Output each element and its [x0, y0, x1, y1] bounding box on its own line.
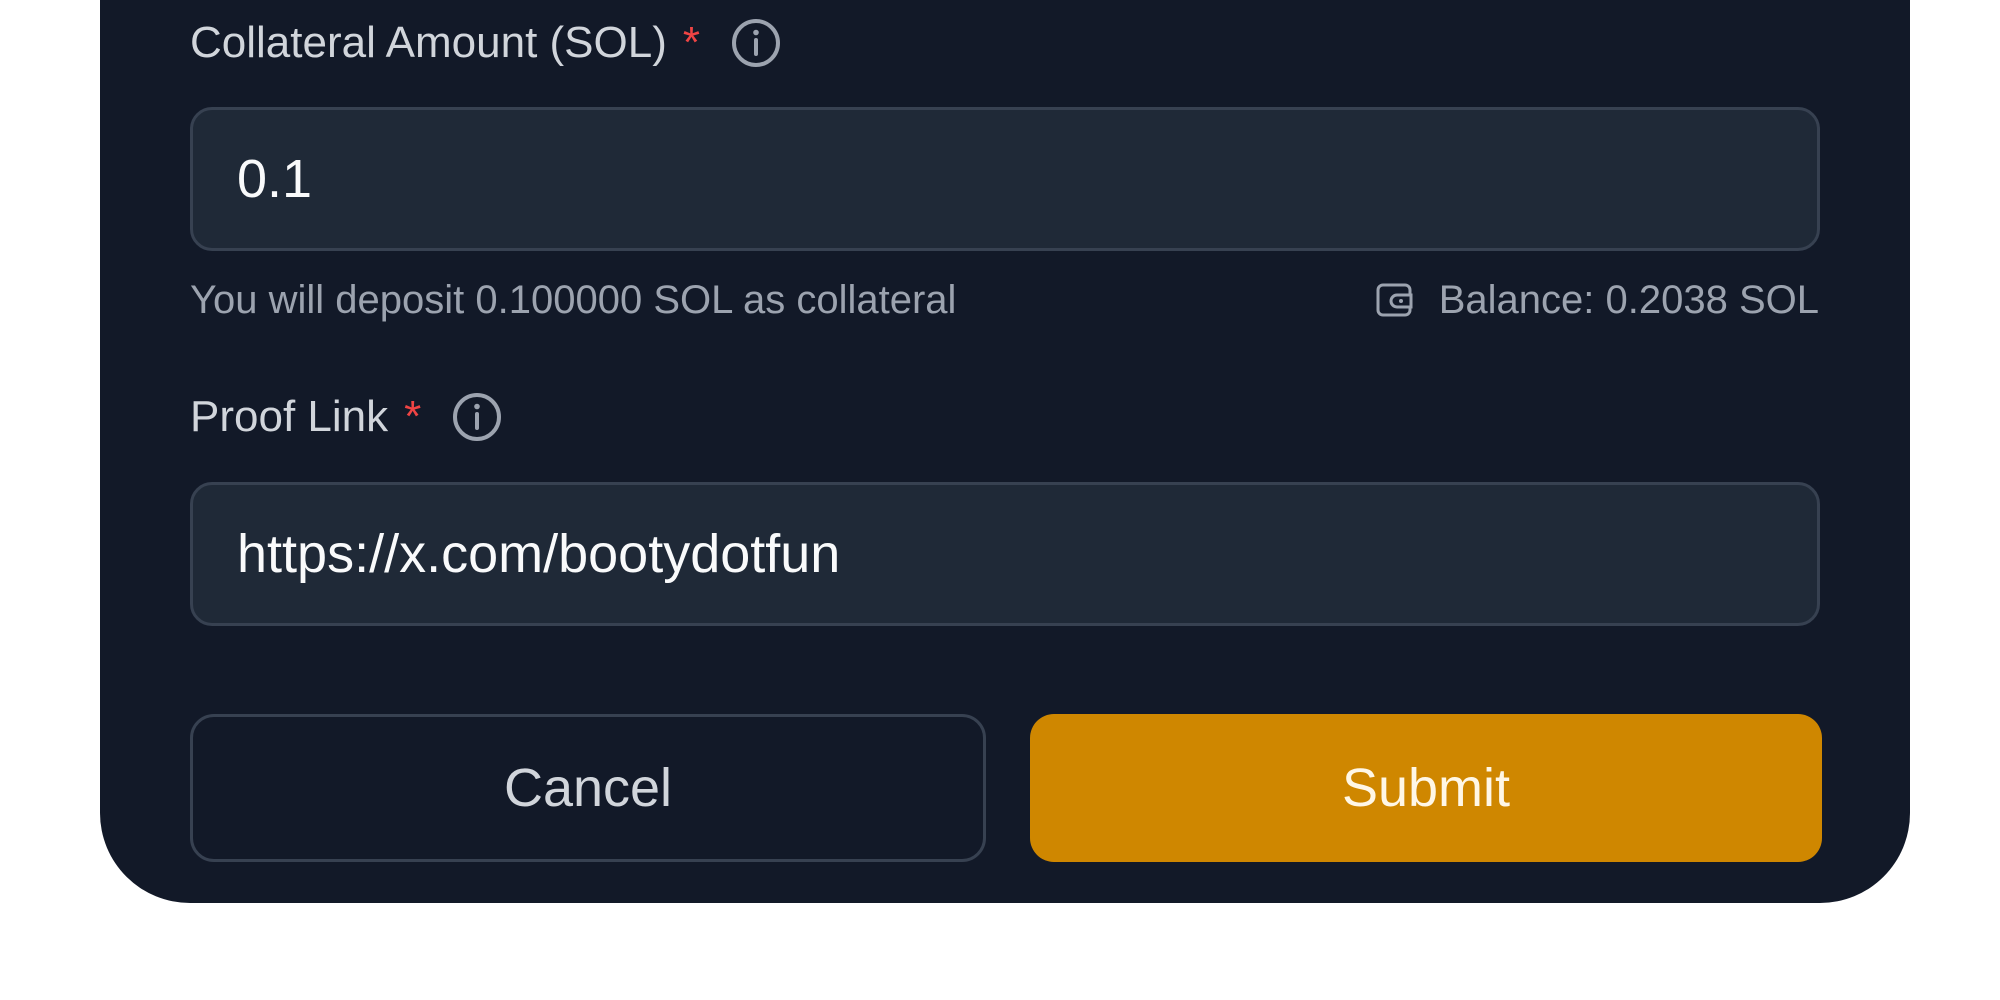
- submit-button[interactable]: Submit: [1030, 714, 1822, 862]
- collateral-amount-input[interactable]: 0.1: [190, 107, 1820, 251]
- cancel-button[interactable]: Cancel: [190, 714, 986, 862]
- info-icon[interactable]: [730, 17, 782, 69]
- collateral-label: Collateral Amount (SOL): [190, 18, 667, 67]
- required-marker: *: [404, 392, 422, 441]
- deposit-hint: You will deposit 0.100000 SOL as collate…: [190, 277, 957, 322]
- proof-label-row: Proof Link *: [190, 389, 503, 445]
- collateral-label-row: Collateral Amount (SOL) *: [190, 15, 782, 71]
- proof-link-input[interactable]: https://x.com/bootydotfun: [190, 482, 1820, 626]
- balance-display: Balance: 0.2038 SOL: [1375, 272, 1819, 328]
- info-icon[interactable]: [451, 391, 503, 443]
- required-marker: *: [682, 18, 700, 67]
- balance-text: Balance: 0.2038 SOL: [1438, 277, 1819, 322]
- wallet-icon: [1375, 280, 1415, 320]
- proof-link-label: Proof Link: [190, 392, 389, 441]
